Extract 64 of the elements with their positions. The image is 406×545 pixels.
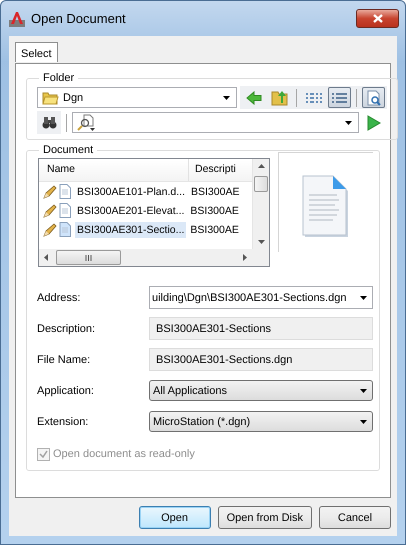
search-document-icon [77, 114, 97, 131]
column-header[interactable]: Name [39, 159, 189, 181]
scroll-up-icon [258, 164, 264, 168]
text-field[interactable]: BSI300AE301-Sections [149, 317, 373, 340]
file-name-cell[interactable]: BSI300AE301-Sectio... [75, 222, 186, 238]
up-folder-icon [271, 89, 288, 106]
scrollbar-thumb[interactable] [56, 250, 121, 265]
details-view-button[interactable] [328, 87, 351, 108]
close-button[interactable] [356, 9, 399, 28]
description-cell: BSI300AE [191, 186, 240, 198]
address-field[interactable]: uilding\Dgn\BSI300AE301-Sections.dgn [149, 286, 373, 309]
close-icon [372, 14, 382, 23]
field-label: Address: [37, 292, 82, 304]
play-icon [366, 114, 380, 130]
group-label: Folder [42, 72, 76, 84]
document-icon [59, 203, 71, 218]
scroll-down-icon [258, 240, 264, 244]
dropdown-arrow-icon [345, 120, 352, 124]
column-header[interactable]: Descripti [189, 159, 253, 181]
grip-icon [85, 254, 92, 260]
field-label: Application: [37, 384, 95, 396]
list-icon [305, 92, 322, 104]
group-label: Document [42, 144, 94, 156]
vertical-scrollbar[interactable] [252, 159, 269, 249]
dialog-button[interactable]: Cancel [319, 506, 391, 529]
document-icon [59, 184, 71, 199]
file-name-cell[interactable]: BSI300AE201-Elevat... [75, 202, 186, 218]
scroll-right-icon [243, 254, 247, 261]
folder-icon [42, 90, 59, 104]
document-icon [59, 222, 71, 237]
tab[interactable]: Select [15, 42, 58, 62]
document-preview-icon [302, 175, 350, 239]
description-cell: BSI300AE [190, 204, 239, 216]
magnifier-document-icon [365, 90, 382, 106]
file-name-cell[interactable]: BSI300AE101-Plan.d... [75, 184, 187, 200]
description-cell: BSI300AE [190, 224, 239, 236]
window-title: Open Document [31, 11, 127, 26]
field-label: Extension: [37, 416, 90, 428]
dropdown-arrow-icon [360, 388, 367, 392]
pencil-icon [43, 204, 57, 218]
folder-dropdown[interactable]: Dgn [37, 87, 237, 108]
pencil-icon [43, 184, 57, 198]
details-icon [331, 92, 348, 104]
preview-button[interactable] [362, 87, 385, 108]
dropdown-arrow-icon [360, 420, 367, 424]
dialog-button[interactable]: Open [138, 506, 211, 529]
scroll-left-icon [44, 254, 48, 261]
dropdown[interactable]: All Applications [149, 380, 373, 401]
file-list[interactable]: Name Descripti BSI300AE101-Plan.d... BSI300AE BSI300AE201-Elevat... BSI300AE BSI300AE301-Sectio... BSI300AE [38, 158, 270, 267]
folder-name: Dgn [63, 92, 84, 104]
text-field[interactable]: BSI300AE301-Sections.dgn [149, 348, 373, 371]
app-logo-icon [9, 10, 25, 26]
dialog-button[interactable]: Open from Disk [218, 506, 312, 529]
pencil-icon [43, 222, 57, 236]
check-icon [39, 450, 48, 458]
dropdown[interactable]: MicroStation (*.dgn) [149, 411, 373, 432]
back-arrow-icon [246, 90, 262, 104]
field-label: Description: [37, 322, 96, 334]
dropdown-arrow-icon [360, 296, 367, 300]
horizontal-scrollbar[interactable] [39, 249, 252, 266]
dropdown-arrow-icon [223, 96, 230, 100]
scrollbar-thumb[interactable] [254, 176, 268, 192]
field-label: File Name: [37, 354, 92, 366]
binoculars-icon [42, 116, 56, 129]
